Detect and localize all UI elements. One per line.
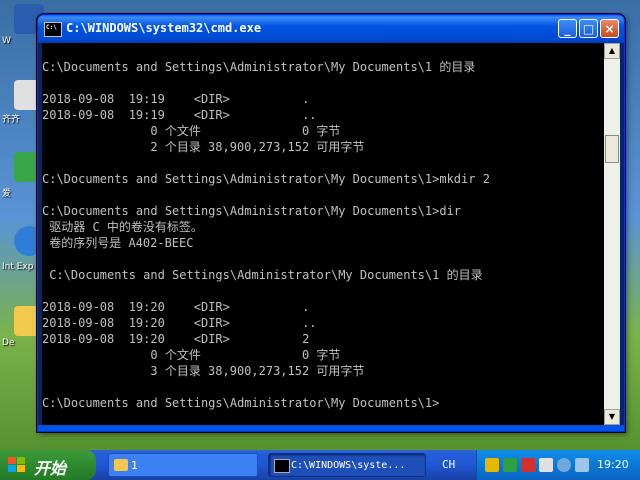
scroll-thumb[interactable] xyxy=(605,135,619,163)
title-bar[interactable]: C:\WINDOWS\system32\cmd.exe _ □ × xyxy=(38,15,624,43)
windows-logo-icon xyxy=(8,457,26,473)
folder-icon xyxy=(114,459,128,471)
console-line: C:\Documents and Settings\Administrator\… xyxy=(42,396,440,410)
desktop-icon-label: 齐齐 xyxy=(2,115,21,125)
system-tray: 19:20 xyxy=(476,450,640,480)
console-output[interactable]: C:\Documents and Settings\Administrator\… xyxy=(42,43,604,425)
minimize-button[interactable]: _ xyxy=(558,19,577,38)
desktop-icon-label: Int Exp xyxy=(2,262,34,272)
clock[interactable]: 19:20 xyxy=(597,458,629,471)
taskbar-item-label: 1 xyxy=(131,459,138,472)
close-button[interactable]: × xyxy=(600,19,619,38)
console-line: 2018-09-08 19:20 <DIR> . xyxy=(42,300,310,314)
console-line: 2018-09-08 19:19 <DIR> . xyxy=(42,92,310,106)
console-line: 2018-09-08 19:19 <DIR> .. xyxy=(42,108,317,122)
start-button[interactable]: 开始 xyxy=(0,450,96,480)
maximize-button[interactable]: □ xyxy=(579,19,598,38)
desktop-icon-label: De xyxy=(2,338,15,348)
language-indicator[interactable]: CH xyxy=(442,458,455,471)
volume-icon[interactable] xyxy=(575,458,589,472)
console-app-icon[interactable] xyxy=(44,22,62,37)
console-line: C:\Documents and Settings\Administrator\… xyxy=(42,60,476,74)
vertical-scrollbar[interactable]: ▲ ▼ xyxy=(604,43,620,425)
start-label: 开始 xyxy=(34,459,67,478)
cmd-window[interactable]: C:\WINDOWS\system32\cmd.exe _ □ × C:\Doc… xyxy=(37,14,625,432)
console-line: 2018-09-08 19:20 <DIR> .. xyxy=(42,316,317,330)
console-line: 3 个目录 38,900,273,152 可用字节 xyxy=(42,364,365,378)
antivirus-icon[interactable] xyxy=(503,458,517,472)
security-shield-icon[interactable] xyxy=(485,458,499,472)
console-line: C:\Documents and Settings\Administrator\… xyxy=(42,268,483,282)
tray-app-icon[interactable] xyxy=(521,458,535,472)
console-app-icon xyxy=(274,459,290,473)
taskbar-item-cmd[interactable]: C:\WINDOWS\syste... xyxy=(268,453,426,477)
taskbar-item-label: C:\WINDOWS\syste... xyxy=(291,460,406,471)
console-line: 卷的序列号是 A402-BEEC xyxy=(42,236,194,250)
desktop-icon-label: W xyxy=(2,36,11,46)
desktop-icon-label: 爱 xyxy=(2,189,12,199)
console-line: C:\Documents and Settings\Administrator\… xyxy=(42,204,462,218)
console-line: 0 个文件 0 字节 xyxy=(42,348,341,362)
console-line: 驱动器 C 中的卷没有标签。 xyxy=(42,220,203,234)
network-icon[interactable] xyxy=(557,458,571,472)
scroll-up-button[interactable]: ▲ xyxy=(604,43,620,59)
window-title: C:\WINDOWS\system32\cmd.exe xyxy=(66,21,262,35)
console-line: 2018-09-08 19:20 <DIR> 2 xyxy=(42,332,310,346)
taskbar-item-folder[interactable]: 1 xyxy=(108,453,258,477)
window-frame-bottom xyxy=(38,425,624,431)
scroll-down-button[interactable]: ▼ xyxy=(604,409,620,425)
vm-icon[interactable] xyxy=(539,458,553,472)
taskbar: 开始 1 C:\WINDOWS\syste... CH 19:20 xyxy=(0,450,640,480)
console-line: C:\Documents and Settings\Administrator\… xyxy=(42,172,490,186)
console-line: 0 个文件 0 字节 xyxy=(42,124,341,138)
console-line: 2 个目录 38,900,273,152 可用字节 xyxy=(42,140,365,154)
